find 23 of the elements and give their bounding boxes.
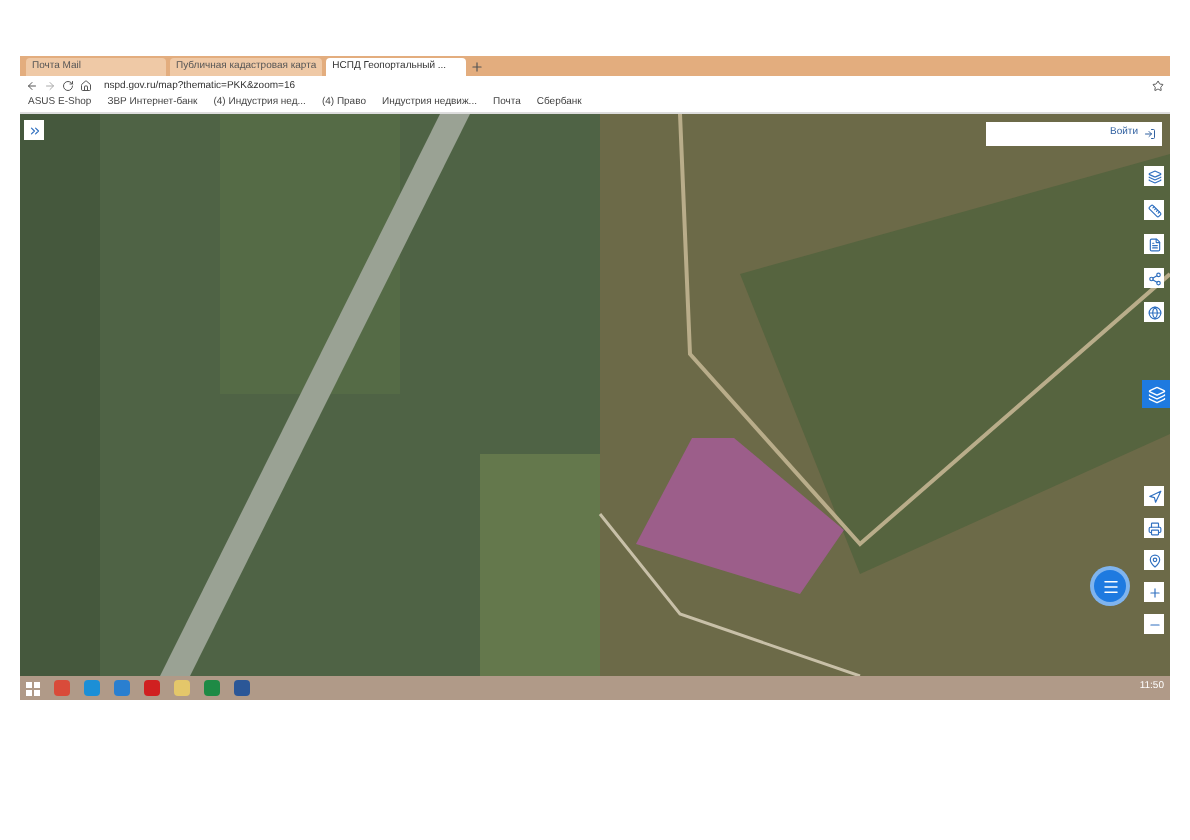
- back-icon[interactable]: [26, 80, 38, 92]
- menu-button[interactable]: [1094, 570, 1126, 602]
- menu-icon: [1101, 577, 1119, 595]
- document-icon[interactable]: [1144, 234, 1164, 254]
- double-chevron-icon: [27, 123, 41, 137]
- zoom-out-button[interactable]: [1144, 614, 1164, 634]
- plus-icon: [1147, 585, 1161, 599]
- ruler-icon[interactable]: [1144, 200, 1164, 220]
- layers-button[interactable]: [1142, 380, 1170, 408]
- share-icon[interactable]: [1144, 268, 1164, 288]
- expand-panel-button[interactable]: [24, 120, 44, 140]
- home-icon[interactable]: [80, 80, 92, 92]
- layers-icon[interactable]: [1144, 166, 1164, 186]
- printer-icon[interactable]: [1144, 518, 1164, 538]
- reload-icon[interactable]: [62, 80, 74, 92]
- globe-icon[interactable]: [1144, 302, 1164, 322]
- new-tab-icon[interactable]: [470, 60, 485, 74]
- pin-icon[interactable]: [1144, 550, 1164, 570]
- start-icon[interactable]: [26, 681, 40, 695]
- zoom-in-button[interactable]: [1144, 582, 1164, 602]
- navigation-icon[interactable]: [1144, 486, 1164, 506]
- star-icon[interactable]: [1152, 80, 1164, 92]
- login-icon: [1144, 128, 1156, 140]
